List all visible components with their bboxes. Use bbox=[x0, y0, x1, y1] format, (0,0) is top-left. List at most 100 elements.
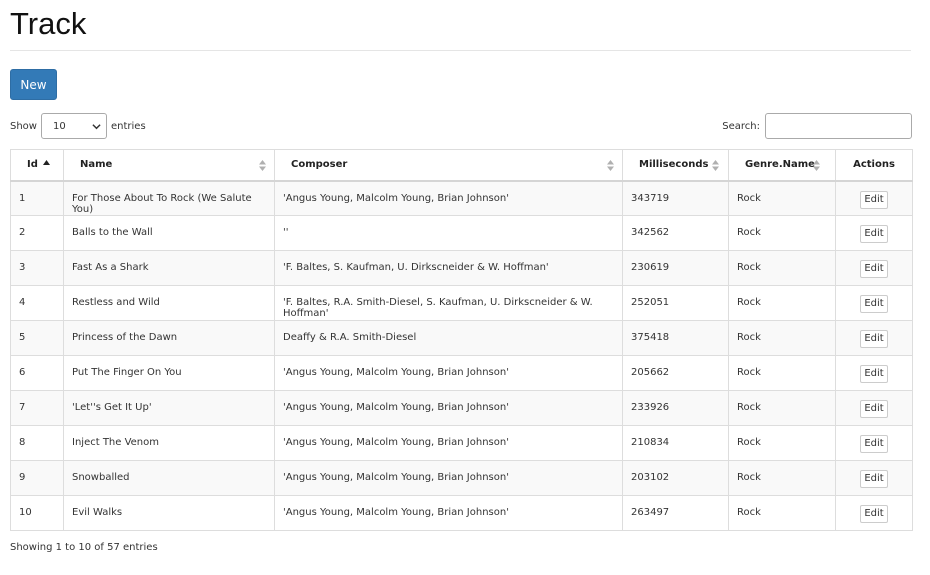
cell-milliseconds: 205662 bbox=[622, 355, 729, 391]
search-control: Search: bbox=[722, 113, 912, 139]
edit-button[interactable]: Edit bbox=[860, 505, 888, 523]
tracks-table: Id Name Composer Milliseconds Genre.Name… bbox=[10, 149, 913, 531]
edit-button[interactable]: Edit bbox=[860, 330, 888, 348]
cell-name: 'Let''s Get It Up' bbox=[63, 390, 275, 426]
entries-label: entries bbox=[110, 120, 146, 132]
table-row: 1 For Those About To Rock (We Salute You)… bbox=[10, 180, 913, 216]
column-header-label: Name bbox=[80, 159, 113, 171]
cell-genre: Rock bbox=[728, 425, 836, 461]
edit-button[interactable]: Edit bbox=[860, 400, 888, 418]
edit-button[interactable]: Edit bbox=[860, 260, 888, 278]
entries-per-page-select[interactable]: 10 bbox=[40, 113, 107, 139]
cell-actions: Edit bbox=[835, 215, 913, 251]
cell-milliseconds: 343719 bbox=[622, 180, 729, 216]
cell-id: 5 bbox=[10, 320, 64, 356]
cell-milliseconds: 233926 bbox=[622, 390, 729, 426]
column-header-label: Milliseconds bbox=[639, 159, 709, 171]
cell-name: Put The Finger On You bbox=[63, 355, 275, 391]
table-row: 3 Fast As a Shark 'F. Baltes, S. Kaufman, … bbox=[10, 250, 913, 286]
cell-id: 4 bbox=[10, 285, 64, 321]
sort-icon bbox=[712, 160, 719, 171]
cell-actions: Edit bbox=[835, 320, 913, 356]
entries-per-page-value: 10 bbox=[52, 120, 66, 132]
edit-button[interactable]: Edit bbox=[860, 365, 888, 383]
column-header-label: Id bbox=[27, 159, 38, 171]
cell-name: Balls to the Wall bbox=[63, 215, 275, 251]
cell-milliseconds: 342562 bbox=[622, 215, 729, 251]
cell-id: 3 bbox=[10, 250, 64, 286]
column-header-milliseconds[interactable]: Milliseconds bbox=[622, 149, 729, 182]
column-header-label: Composer bbox=[291, 159, 348, 171]
table-row: 5 Princess of the Dawn Deaffy & R.A. Smith… bbox=[10, 320, 913, 356]
cell-genre: Rock bbox=[728, 355, 836, 391]
table-row: 7 'Let''s Get It Up' 'Angus Young, Malcolm… bbox=[10, 390, 913, 426]
title-divider bbox=[10, 50, 911, 51]
cell-genre: Rock bbox=[728, 250, 836, 286]
sort-icon bbox=[607, 160, 614, 171]
table-row: 6 Put The Finger On You 'Angus Young, Malc… bbox=[10, 355, 913, 391]
cell-name: Snowballed bbox=[63, 460, 275, 496]
table-info: Showing 1 to 10 of 57 entries bbox=[10, 542, 158, 553]
cell-milliseconds: 263497 bbox=[622, 495, 729, 531]
edit-button[interactable]: Edit bbox=[860, 225, 888, 243]
cell-name: Evil Walks bbox=[63, 495, 275, 531]
cell-milliseconds: 210834 bbox=[622, 425, 729, 461]
table-header-row: Id Name Composer Milliseconds Genre.Name… bbox=[10, 149, 913, 182]
cell-id: 8 bbox=[10, 425, 64, 461]
cell-id: 9 bbox=[10, 460, 64, 496]
cell-genre: Rock bbox=[728, 320, 836, 356]
cell-id: 10 bbox=[10, 495, 64, 531]
cell-id: 7 bbox=[10, 390, 64, 426]
sort-ascending-icon bbox=[43, 160, 50, 165]
cell-genre: Rock bbox=[728, 215, 836, 251]
edit-button[interactable]: Edit bbox=[860, 295, 888, 313]
cell-composer: '' bbox=[274, 215, 623, 251]
cell-milliseconds: 230619 bbox=[622, 250, 729, 286]
cell-id: 1 bbox=[10, 180, 64, 216]
column-header-composer[interactable]: Composer bbox=[274, 149, 623, 182]
cell-genre: Rock bbox=[728, 460, 836, 496]
cell-genre: Rock bbox=[728, 180, 836, 216]
cell-composer: 'Angus Young, Malcolm Young, Brian Johns… bbox=[274, 355, 623, 391]
cell-actions: Edit bbox=[835, 390, 913, 426]
cell-composer: 'F. Baltes, S. Kaufman, U. Dirkscneider … bbox=[274, 250, 623, 286]
cell-actions: Edit bbox=[835, 495, 913, 531]
cell-name: Inject The Venom bbox=[63, 425, 275, 461]
cell-composer: 'Angus Young, Malcolm Young, Brian Johns… bbox=[274, 425, 623, 461]
cell-composer: 'Angus Young, Malcolm Young, Brian Johns… bbox=[274, 180, 623, 216]
cell-name: Restless and Wild bbox=[63, 285, 275, 321]
sort-icon bbox=[813, 160, 820, 171]
cell-composer: 'Angus Young, Malcolm Young, Brian Johns… bbox=[274, 390, 623, 426]
table-row: 9 Snowballed 'Angus Young, Malcolm Young, … bbox=[10, 460, 913, 496]
cell-id: 6 bbox=[10, 355, 64, 391]
column-header-id[interactable]: Id bbox=[10, 149, 64, 182]
cell-genre: Rock bbox=[728, 285, 836, 321]
cell-composer: Deaffy & R.A. Smith-Diesel bbox=[274, 320, 623, 356]
cell-name: Fast As a Shark bbox=[63, 250, 275, 286]
column-header-label: Genre.Name bbox=[745, 159, 815, 171]
cell-actions: Edit bbox=[835, 355, 913, 391]
column-header-name[interactable]: Name bbox=[63, 149, 275, 182]
table-row: 2 Balls to the Wall '' 342562 Rock Edit bbox=[10, 215, 913, 251]
cell-genre: Rock bbox=[728, 390, 836, 426]
table-row: 10 Evil Walks 'Angus Young, Malcolm Young,… bbox=[10, 495, 913, 531]
cell-milliseconds: 375418 bbox=[622, 320, 729, 356]
column-header-actions: Actions bbox=[835, 149, 913, 182]
cell-name: Princess of the Dawn bbox=[63, 320, 275, 356]
show-label: Show bbox=[10, 120, 37, 132]
chevron-down-icon bbox=[92, 123, 101, 129]
edit-button[interactable]: Edit bbox=[860, 190, 888, 209]
cell-genre: Rock bbox=[728, 495, 836, 531]
search-label: Search: bbox=[722, 120, 760, 132]
new-button[interactable]: New bbox=[10, 69, 57, 100]
page-title: Track bbox=[10, 6, 87, 41]
search-input[interactable] bbox=[765, 113, 912, 139]
cell-composer: 'Angus Young, Malcolm Young, Brian Johns… bbox=[274, 460, 623, 496]
cell-milliseconds: 203102 bbox=[622, 460, 729, 496]
cell-actions: Edit bbox=[835, 285, 913, 321]
cell-id: 2 bbox=[10, 215, 64, 251]
edit-button[interactable]: Edit bbox=[860, 470, 888, 488]
column-header-genre-name[interactable]: Genre.Name bbox=[728, 149, 836, 182]
table-row: 4 Restless and Wild 'F. Baltes, R.A. Smith… bbox=[10, 285, 913, 321]
edit-button[interactable]: Edit bbox=[860, 435, 888, 453]
